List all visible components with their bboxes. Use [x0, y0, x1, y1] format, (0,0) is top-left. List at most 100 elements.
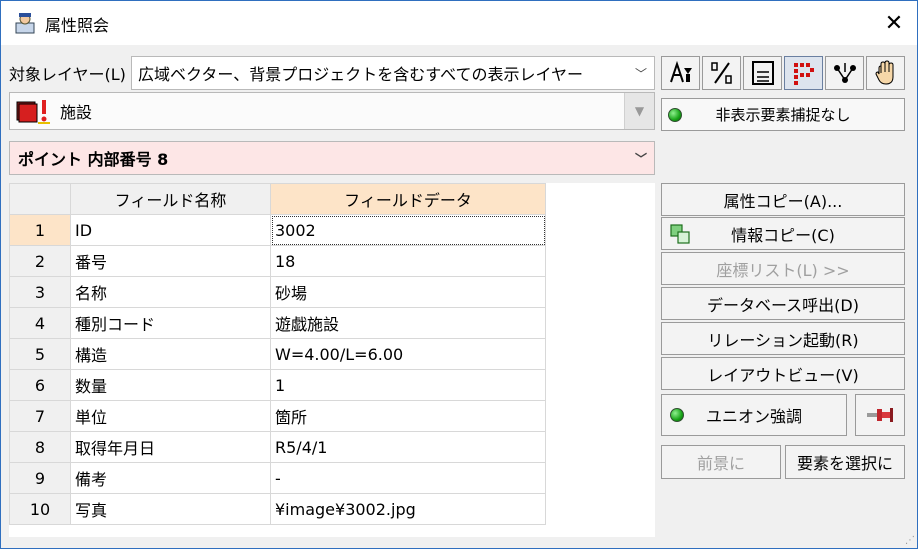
- point-pattern-icon: [793, 63, 814, 85]
- attribute-grid: フィールド名称 フィールドデータ 1 ID 3002 2 番号 18 3 名称 …: [9, 183, 655, 537]
- table-row[interactable]: 5 構造 W=4.00/L=6.00: [9, 338, 546, 370]
- close-icon: ✕: [884, 10, 904, 36]
- row-number[interactable]: 5: [9, 338, 71, 370]
- vertex-icon: [833, 63, 856, 83]
- attribute-filter-icon: [669, 60, 692, 83]
- coordinate-list-label: 座標リスト(L) >>: [716, 260, 850, 280]
- relation-launch-label: リレーション起動(R): [707, 330, 859, 350]
- select-element-button[interactable]: 要素を選択に: [785, 445, 905, 479]
- facility-layer-icon: [16, 100, 50, 124]
- table-row[interactable]: 9 備考 -: [9, 462, 546, 494]
- field-name-cell[interactable]: 種別コード: [70, 307, 271, 339]
- field-data-cell[interactable]: 18: [270, 245, 546, 277]
- table-row[interactable]: 6 数量 1: [9, 369, 546, 401]
- field-name-cell[interactable]: 備考: [70, 462, 271, 494]
- title-bar[interactable]: 属性照会 ✕: [1, 1, 917, 45]
- pin-button[interactable]: [855, 394, 905, 436]
- field-data-header[interactable]: フィールドデータ: [270, 183, 546, 215]
- field-data-cell[interactable]: R5/4/1: [270, 431, 546, 463]
- target-layer-select[interactable]: 広域ベクター、背景プロジェクトを含むすべての表示レイヤー ﹀: [131, 56, 655, 90]
- status-led-icon: [668, 108, 682, 122]
- field-data-cell[interactable]: 遊戯施設: [270, 307, 546, 339]
- tool-percent-button[interactable]: [702, 56, 741, 90]
- facility-layer-select[interactable]: 施設 ▼: [9, 92, 655, 130]
- percent-icon: [710, 62, 732, 84]
- row-number[interactable]: 10: [9, 493, 71, 525]
- facility-layer-value: 施設: [60, 103, 93, 122]
- resize-grip-icon[interactable]: ⋰: [905, 535, 915, 546]
- field-name-cell[interactable]: 構造: [70, 338, 271, 370]
- field-name-cell[interactable]: 名称: [70, 276, 271, 308]
- tool-point-button[interactable]: [784, 56, 823, 90]
- field-name-cell[interactable]: ID: [70, 214, 271, 246]
- table-row[interactable]: 2 番号 18: [9, 245, 546, 277]
- foreground-button[interactable]: 前景に: [661, 445, 781, 479]
- tool-vertex-button[interactable]: [825, 56, 864, 90]
- copy-info-label: 情報コピー(C): [731, 225, 835, 245]
- field-data-cell[interactable]: 1: [270, 369, 546, 401]
- field-name-cell[interactable]: 取得年月日: [70, 431, 271, 463]
- table-row[interactable]: 1 ID 3002: [9, 214, 546, 246]
- union-highlight-label: ユニオン強調: [705, 407, 802, 426]
- tool-attribute-button[interactable]: [661, 56, 700, 90]
- field-data-cell[interactable]: W=4.00/L=6.00: [270, 338, 546, 370]
- row-number[interactable]: 6: [9, 369, 71, 401]
- pin-icon: [867, 408, 893, 422]
- app-icon: [15, 13, 35, 34]
- target-layer-label: 対象レイヤー(L): [9, 65, 126, 84]
- field-data-cell[interactable]: 箇所: [270, 400, 546, 432]
- toolbar: [661, 56, 905, 90]
- field-name-cell[interactable]: 数量: [70, 369, 271, 401]
- layout-view-button[interactable]: レイアウトビュー(V): [661, 357, 905, 390]
- table-row[interactable]: 7 単位 箇所: [9, 400, 546, 432]
- frame-icon: [751, 61, 774, 85]
- row-number-header[interactable]: [9, 183, 71, 215]
- hidden-capture-status[interactable]: 非表示要素捕捉なし: [661, 98, 905, 131]
- field-data-cell[interactable]: ¥image¥3002.jpg: [270, 493, 546, 525]
- field-name-cell[interactable]: 番号: [70, 245, 271, 277]
- table-row[interactable]: 8 取得年月日 R5/4/1: [9, 431, 546, 463]
- row-number[interactable]: 8: [9, 431, 71, 463]
- triangle-down-icon[interactable]: ▼: [624, 93, 654, 129]
- point-element-select[interactable]: ポイント 内部番号 8 ﹀: [9, 141, 655, 175]
- foreground-label: 前景に: [696, 454, 745, 473]
- select-element-label: 要素を選択に: [796, 454, 893, 473]
- copy-info-button[interactable]: 情報コピー(C): [661, 217, 905, 250]
- database-call-button[interactable]: データベース呼出(D): [661, 287, 905, 320]
- row-number[interactable]: 3: [9, 276, 71, 308]
- window-title: 属性照会: [45, 16, 110, 35]
- target-layer-value: 広域ベクター、背景プロジェクトを含むすべての表示レイヤー: [138, 65, 583, 84]
- table-row[interactable]: 4 種別コード 遊戯施設: [9, 307, 546, 339]
- grid-header-row: フィールド名称 フィールドデータ: [9, 183, 546, 215]
- row-number[interactable]: 9: [9, 462, 71, 494]
- point-element-value: ポイント 内部番号 8: [18, 150, 169, 169]
- row-number[interactable]: 1: [9, 214, 71, 246]
- copy-attribute-button[interactable]: 属性コピー(A)...: [661, 183, 905, 216]
- tool-layout-button[interactable]: [743, 56, 782, 90]
- field-data-cell[interactable]: -: [270, 462, 546, 494]
- row-number[interactable]: 7: [9, 400, 71, 432]
- relation-launch-button[interactable]: リレーション起動(R): [661, 322, 905, 355]
- tool-hand-button[interactable]: [866, 56, 905, 90]
- field-name-cell[interactable]: 単位: [70, 400, 271, 432]
- chevron-down-icon[interactable]: ﹀: [628, 142, 654, 174]
- field-name-cell[interactable]: 写真: [70, 493, 271, 525]
- table-row[interactable]: 10 写真 ¥image¥3002.jpg: [9, 493, 546, 525]
- field-name-header[interactable]: フィールド名称: [70, 183, 271, 215]
- field-data-cell[interactable]: 砂場: [270, 276, 546, 308]
- hidden-capture-label: 非表示要素捕捉なし: [715, 106, 851, 124]
- hand-icon: [874, 60, 893, 85]
- layout-view-label: レイアウトビュー(V): [707, 365, 859, 385]
- row-number[interactable]: 4: [9, 307, 71, 339]
- field-data-cell[interactable]: 3002: [270, 214, 546, 246]
- union-highlight-button[interactable]: ユニオン強調: [661, 394, 847, 436]
- attribute-query-window: 属性照会 ✕ 対象レイヤー(L) 広域ベクター、背景プロジェクトを含むすべての表…: [0, 0, 918, 549]
- attribute-table: フィールド名称 フィールドデータ 1 ID 3002 2 番号 18 3 名称 …: [9, 183, 546, 525]
- coordinate-list-button[interactable]: 座標リスト(L) >>: [661, 252, 905, 285]
- chevron-down-icon[interactable]: ﹀: [628, 57, 654, 89]
- union-led-icon: [670, 408, 684, 422]
- database-call-label: データベース呼出(D): [706, 295, 859, 315]
- close-button[interactable]: ✕: [871, 1, 917, 45]
- table-row[interactable]: 3 名称 砂場: [9, 276, 546, 308]
- row-number[interactable]: 2: [9, 245, 71, 277]
